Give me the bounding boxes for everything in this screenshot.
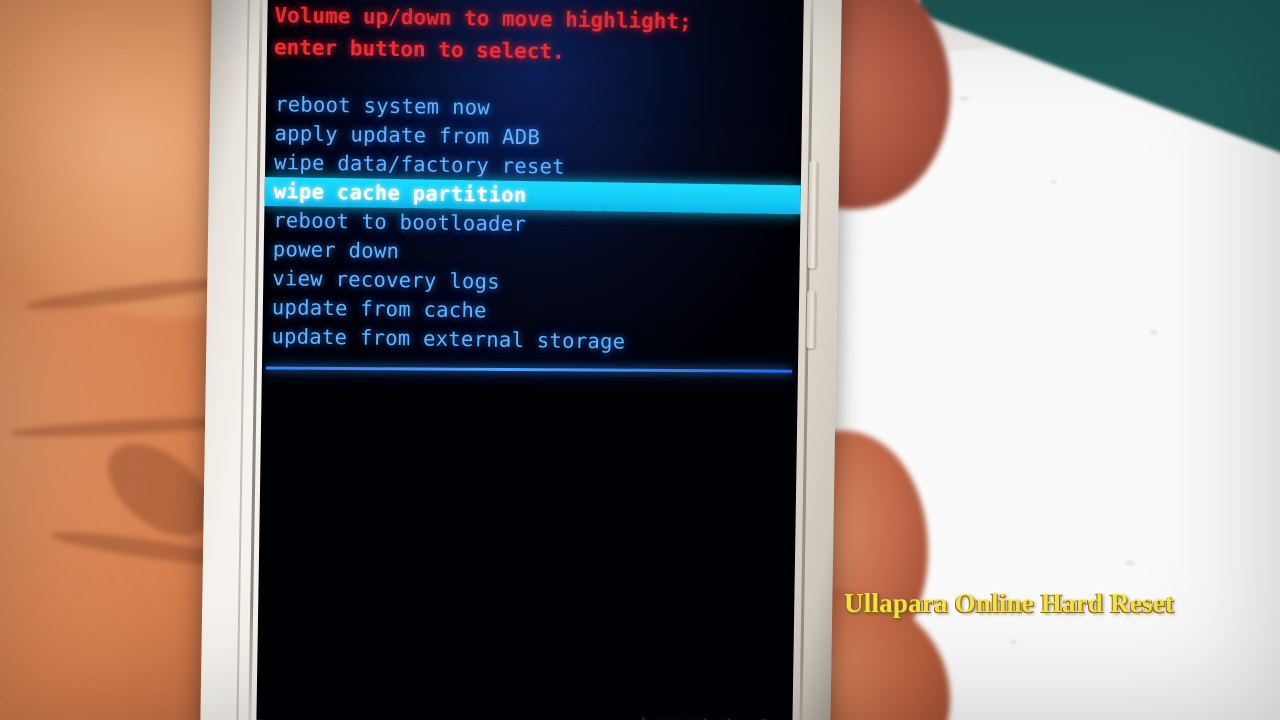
surface-speck [1125,560,1135,566]
recovery-mode-ui: Micromax_Q326Plus_SW_V10_HW_V2.1_201606 … [256,0,804,720]
power-button[interactable] [806,290,817,349]
mobile-phone: Micromax_Q326Plus_SW_V10_HW_V2.1_201606 … [199,0,843,720]
instructions-block: Volume up/down to move highlight; enter … [274,0,692,70]
surface-speck [960,96,969,101]
menu-divider [265,366,792,373]
recovery-menu: reboot system now apply update from ADB wi… [262,90,802,359]
instructions-line-2: enter button to select. [273,34,565,64]
volume-rocker-button[interactable] [807,160,819,269]
surface-speck [1050,180,1057,184]
surface-speck [1150,330,1158,335]
recovery-log-line: t mount /cache [639,715,783,720]
screenshot-stage: Micromax_Q326Plus_SW_V10_HW_V2.1_201606 … [0,0,1280,720]
channel-watermark: Ullapara Online Hard Reset [844,588,1174,618]
phone-screen: Micromax_Q326Plus_SW_V10_HW_V2.1_201606 … [256,0,805,720]
surface-speck [1010,640,1017,644]
